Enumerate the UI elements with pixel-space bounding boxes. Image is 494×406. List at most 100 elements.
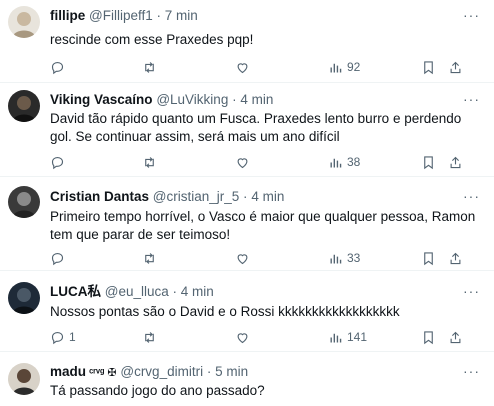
bookmark-button[interactable]: [421, 153, 436, 171]
reply-icon: [51, 61, 64, 74]
user-handle[interactable]: @crvg_dimitri: [120, 364, 203, 379]
tweet[interactable]: Viking Vascaíno @LuVikking · 4 min ··· D…: [0, 84, 494, 177]
timestamp[interactable]: 5 min: [215, 364, 248, 379]
timestamp[interactable]: 4 min: [181, 284, 214, 299]
reply-button[interactable]: 1: [50, 328, 76, 346]
separator: ·: [206, 364, 212, 379]
retweet-icon: [145, 61, 154, 73]
avatar[interactable]: [8, 186, 40, 218]
retweet-icon: [145, 156, 154, 168]
timestamp[interactable]: 4 min: [240, 92, 273, 107]
like-button[interactable]: [235, 328, 254, 346]
reply-button[interactable]: [50, 249, 69, 267]
bookmark-icon: [424, 330, 433, 344]
share-button[interactable]: [448, 328, 463, 346]
tweet-text: Tá passando jogo do ano passado?: [50, 383, 265, 398]
bookmark-icon: [424, 60, 433, 74]
views-button[interactable]: 141: [328, 328, 367, 346]
more-icon[interactable]: ···: [463, 7, 480, 23]
tweet-actions: 38: [50, 153, 480, 171]
tweet-text: Primeiro tempo horrível, o Vasco é maior…: [50, 209, 476, 242]
display-name[interactable]: LUCA私: [50, 284, 101, 299]
bookmark-button[interactable]: [421, 249, 436, 267]
separator: ·: [172, 284, 178, 299]
retweet-icon: [145, 252, 154, 264]
avatar[interactable]: [8, 90, 40, 122]
like-button[interactable]: [235, 249, 254, 267]
retweet-button[interactable]: [142, 153, 161, 171]
separator: ·: [232, 92, 237, 107]
retweet-button[interactable]: [142, 249, 161, 267]
views-count: 141: [347, 330, 368, 344]
display-name-suffix: ᶜʳᵛᵍ ✠: [86, 367, 117, 379]
tweet-header: fillipe @Fillipeff1 · 7 min: [50, 7, 454, 25]
more-icon[interactable]: ···: [463, 363, 480, 379]
user-handle[interactable]: @Fillipeff1: [89, 8, 153, 23]
user-handle[interactable]: @LuVikking: [156, 92, 228, 107]
share-icon: [450, 252, 461, 264]
views-icon: [330, 254, 342, 263]
tweet-header: Cristian Dantas @cristian_jr_5 · 4 min: [50, 188, 454, 206]
avatar[interactable]: [8, 363, 40, 395]
reply-icon: [51, 156, 64, 169]
reply-icon: [51, 252, 64, 265]
views-count: 92: [347, 60, 361, 74]
bookmark-button[interactable]: [421, 328, 436, 346]
tweet-feed: fillipe @Fillipeff1 · 7 min ··· rescinde…: [0, 0, 494, 406]
reply-button[interactable]: [50, 58, 69, 76]
tweet-text: David tão rápido quanto um Fusca. Praxed…: [50, 111, 462, 144]
bookmark-icon: [424, 155, 433, 169]
share-button[interactable]: [448, 249, 463, 267]
reply-icon: [51, 331, 64, 344]
reply-count: 1: [69, 330, 76, 344]
share-icon: [450, 156, 461, 168]
like-icon: [237, 332, 248, 343]
more-icon[interactable]: ···: [463, 91, 480, 107]
reply-button[interactable]: [50, 153, 69, 171]
user-handle[interactable]: @eu_lluca: [105, 284, 169, 299]
like-icon: [237, 62, 248, 73]
separator: ·: [243, 189, 248, 204]
timestamp[interactable]: 7 min: [165, 8, 198, 23]
views-icon: [330, 63, 342, 72]
bookmark-button[interactable]: [421, 58, 436, 76]
tweet-actions: 1 141: [50, 328, 480, 346]
share-button[interactable]: [448, 153, 463, 171]
like-icon: [237, 253, 248, 264]
views-button[interactable]: 33: [328, 249, 360, 267]
tweet[interactable]: madu ᶜʳᵛᵍ ✠ @crvg_dimitri · 5 min ··· Tá…: [0, 353, 494, 406]
user-handle[interactable]: @cristian_jr_5: [153, 189, 239, 204]
tweet-header: Viking Vascaíno @LuVikking · 4 min: [50, 91, 454, 109]
bookmark-icon: [424, 251, 433, 265]
share-button[interactable]: [448, 58, 463, 76]
tweet-header: madu ᶜʳᵛᵍ ✠ @crvg_dimitri · 5 min: [50, 363, 454, 382]
like-button[interactable]: [235, 58, 254, 76]
views-icon: [330, 333, 342, 342]
more-icon[interactable]: ···: [463, 188, 480, 204]
display-name[interactable]: Cristian Dantas: [50, 189, 149, 204]
views-button[interactable]: 92: [328, 58, 360, 76]
display-name[interactable]: madu: [50, 364, 86, 379]
display-name[interactable]: fillipe: [50, 8, 85, 23]
retweet-icon: [145, 331, 154, 343]
views-count: 33: [347, 251, 361, 265]
tweet-text: Nossos pontas são o David e o Rossi kkkk…: [50, 304, 400, 319]
share-icon: [450, 61, 461, 73]
more-icon[interactable]: ···: [463, 283, 480, 299]
avatar[interactable]: [8, 6, 40, 38]
views-count: 38: [347, 155, 361, 169]
tweet[interactable]: fillipe @Fillipeff1 · 7 min ··· rescinde…: [0, 0, 494, 83]
share-icon: [450, 331, 461, 343]
views-icon: [330, 158, 342, 167]
tweet-actions: 33: [50, 249, 480, 267]
tweet[interactable]: Cristian Dantas @cristian_jr_5 · 4 min ·…: [0, 178, 494, 271]
display-name[interactable]: Viking Vascaíno: [50, 92, 153, 107]
views-button[interactable]: 38: [328, 153, 360, 171]
like-icon: [237, 157, 248, 168]
retweet-button[interactable]: [142, 328, 161, 346]
tweet[interactable]: LUCA私 @eu_lluca · 4 min ··· Nossos ponta…: [0, 272, 494, 352]
avatar[interactable]: [8, 282, 40, 314]
retweet-button[interactable]: [142, 58, 161, 76]
like-button[interactable]: [235, 153, 254, 171]
timestamp[interactable]: 4 min: [251, 189, 284, 204]
